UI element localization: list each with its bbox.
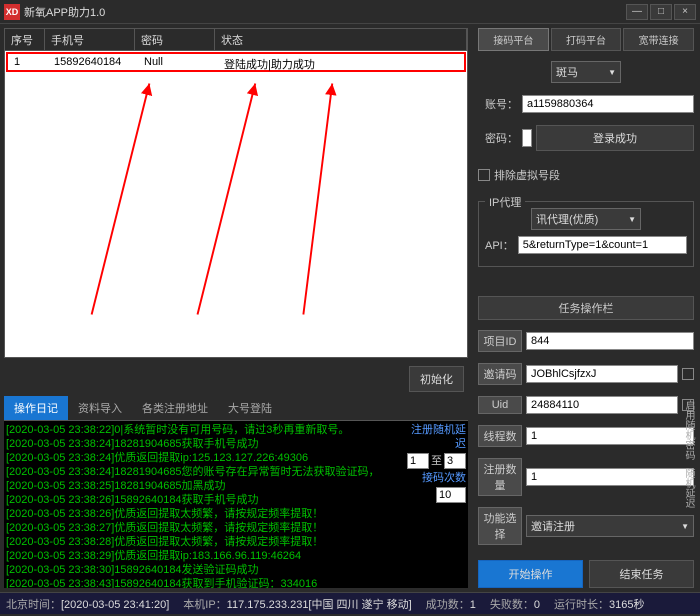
task-header: 任务操作栏 — [478, 296, 694, 320]
tab-import[interactable]: 资料导入 — [68, 396, 132, 420]
runtime-value: 3165秒 — [609, 599, 644, 611]
status-bar: 北京时间：[2020-03-05 23:41:20] 本机IP：117.175.… — [0, 592, 700, 614]
password-label: 密码： — [478, 130, 518, 146]
cell-pwd: Null — [138, 54, 218, 70]
tab-biglogin[interactable]: 大号登陆 — [218, 396, 282, 420]
log-panel[interactable]: [2020-03-05 23:38:22]0|系统暂时没有可用号码，请过3秒再重… — [4, 421, 468, 588]
random-delay-label: 随机延迟 — [681, 468, 696, 508]
cell-seq: 1 — [8, 54, 48, 70]
func-label: 功能选择 — [478, 507, 522, 545]
proxy-group: IP代理 讯代理(优质)▼ API： — [478, 201, 694, 267]
end-button[interactable]: 结束任务 — [589, 560, 694, 588]
start-button[interactable]: 开始操作 — [478, 560, 583, 588]
log-line: [2020-03-05 23:38:26]15892640184获取手机号成功 — [6, 493, 466, 507]
platform-select[interactable]: 斑马▼ — [551, 61, 621, 83]
threads-input[interactable] — [526, 427, 694, 445]
fail-label: 失败数： — [490, 599, 534, 611]
exclude-virtual-label: 排除虚拟号段 — [494, 167, 560, 183]
register-delay-link[interactable]: 注册随机延迟 — [406, 423, 466, 451]
log-line: [2020-03-05 23:38:27]优质返回提取太频繁，请按规定频率提取！ — [6, 521, 466, 535]
proxy-select[interactable]: 讯代理(优质)▼ — [531, 208, 641, 230]
log-line: [2020-03-05 23:38:28]优质返回提取太频繁，请按规定频率提取！ — [6, 535, 466, 549]
maximize-button[interactable]: □ — [650, 4, 672, 20]
account-input[interactable] — [522, 95, 694, 113]
minimize-button[interactable]: — — [626, 4, 648, 20]
close-button[interactable]: × — [674, 4, 696, 20]
range-to-label: 至 — [431, 454, 442, 468]
invite-label: 邀请码 — [478, 363, 522, 385]
delay-to-input[interactable] — [444, 453, 466, 469]
tab-addresses[interactable]: 各类注册地址 — [132, 396, 218, 420]
account-label: 账号： — [478, 96, 518, 112]
right-tabs: 接码平台 打码平台 宽带连接 — [478, 28, 694, 51]
cell-status: 登陆成功|助力成功 — [218, 54, 464, 70]
chevron-down-icon: ▼ — [608, 68, 616, 77]
random-pwd-checkbox[interactable] — [682, 368, 694, 380]
proxy-group-title: IP代理 — [485, 194, 525, 210]
log-line: [2020-03-05 23:38:22]0|系统暂时没有可用号码，请过3秒再重… — [6, 423, 466, 437]
fail-value: 0 — [534, 599, 540, 611]
project-id-input[interactable] — [526, 332, 694, 350]
log-line: [2020-03-05 23:38:26]优质返回提取太频繁，请按规定频率提取！ — [6, 507, 466, 521]
log-line: [2020-03-05 23:38:30]15892640184发送验证码成功 — [6, 563, 466, 577]
reg-count-input[interactable] — [526, 468, 694, 486]
api-label: API： — [485, 237, 514, 253]
uid-label: Uid — [478, 396, 522, 414]
tab-log[interactable]: 操作日记 — [4, 396, 68, 420]
delay-from-input[interactable] — [407, 453, 429, 469]
window-title: 新氧APP助力1.0 — [24, 4, 626, 20]
log-line: [2020-03-05 23:38:29]优质返回提取ip:183.166.96… — [6, 549, 466, 563]
func-select[interactable]: 邀请注册▼ — [526, 515, 694, 537]
annotation-arrows — [5, 69, 467, 329]
log-line: [2020-03-05 23:38:24]优质返回提取ip:125.123.12… — [6, 451, 466, 465]
recv-count-input[interactable] — [436, 487, 466, 503]
data-table[interactable]: 序号 手机号 密码 状态 1 15892640184 Null 登陆成功|助力成… — [4, 28, 468, 358]
api-input[interactable] — [518, 236, 687, 254]
log-line: [2020-03-05 23:38:25]18281904685加黑成功 — [6, 479, 466, 493]
recv-count-link[interactable]: 接码次数 — [406, 471, 466, 485]
cell-phone: 15892640184 — [48, 54, 138, 70]
time-label: 北京时间： — [6, 599, 61, 611]
uid-input[interactable] — [526, 396, 678, 414]
log-line: [2020-03-05 23:38:43]15892640184获取到手机验证码… — [6, 577, 466, 588]
log-line: [2020-03-05 23:38:24]18281904685您的账号存在异常… — [6, 465, 466, 479]
project-id-label: 项目ID — [478, 330, 522, 352]
reg-count-label: 注册数量 — [478, 458, 522, 496]
tab-broadband[interactable]: 宽带连接 — [623, 28, 694, 51]
col-phone[interactable]: 手机号 — [45, 29, 135, 50]
runtime-label: 运行时长： — [554, 599, 609, 611]
col-seq[interactable]: 序号 — [5, 29, 45, 50]
chevron-down-icon: ▼ — [681, 522, 689, 531]
exclude-virtual-checkbox[interactable] — [478, 169, 490, 181]
init-button[interactable]: 初始化 — [409, 366, 464, 392]
threads-label: 线程数 — [478, 425, 522, 447]
enable-random-pwd-label: 启用随机密码 — [681, 400, 696, 460]
success-value: 1 — [470, 599, 476, 611]
tab-sms-platform[interactable]: 接码平台 — [478, 28, 549, 51]
success-label: 成功数： — [426, 599, 470, 611]
tab-captcha-platform[interactable]: 打码平台 — [551, 28, 622, 51]
table-row[interactable]: 1 15892640184 Null 登陆成功|助力成功 — [6, 52, 466, 72]
ip-value: 117.175.233.231[中国 四川 遂宁 移动] — [227, 599, 412, 611]
login-button[interactable]: 登录成功 — [536, 125, 694, 151]
lower-tabs: 操作日记 资料导入 各类注册地址 大号登陆 — [4, 396, 468, 421]
time-value: [2020-03-05 23:41:20] — [61, 599, 169, 611]
ip-label: 本机IP： — [183, 599, 226, 611]
invite-input[interactable] — [526, 365, 678, 383]
col-status[interactable]: 状态 — [215, 29, 467, 50]
app-icon: XD — [4, 4, 20, 20]
chevron-down-icon: ▼ — [628, 215, 636, 224]
password-input[interactable] — [522, 129, 532, 147]
col-pwd[interactable]: 密码 — [135, 29, 215, 50]
log-line: [2020-03-05 23:38:24]18281904685获取手机号成功 — [6, 437, 466, 451]
